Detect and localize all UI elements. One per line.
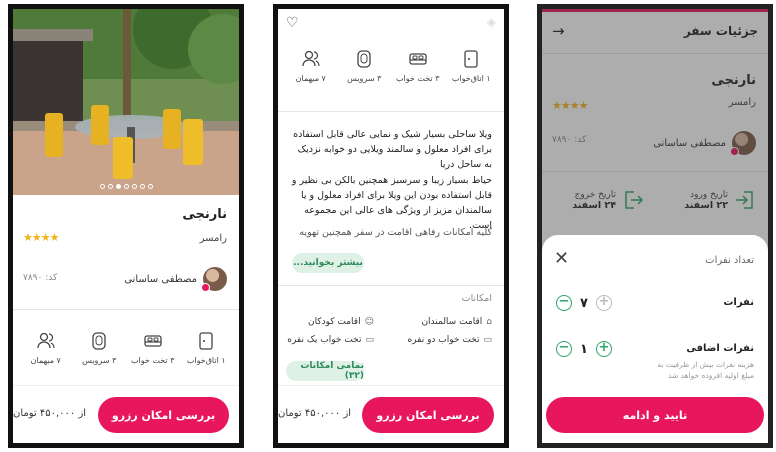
minus-icon[interactable]: −	[556, 295, 572, 311]
people-stepper: − ۷ +	[556, 295, 612, 311]
double-bed-icon: ▭	[483, 335, 492, 345]
feature-bathrooms: ۳ سرویس	[338, 49, 392, 83]
listing-title: نارنجی	[182, 207, 227, 222]
feature-list: ۱ اتاق‌خواب ۳ تخت خواب ۳ سرویس ۷ میهمان	[284, 49, 498, 83]
verified-badge-icon	[201, 283, 210, 292]
people-count: ۷	[580, 295, 588, 311]
feature-label: ۳ تخت خواب	[396, 74, 440, 83]
elderly-icon: ⌂	[486, 317, 492, 327]
guests-bottom-sheet: تعداد نفرات ✕ نفرات − ۷ + نفرات اضافی − …	[542, 235, 768, 443]
feature-label: ۷ میهمان	[295, 74, 326, 83]
confirm-continue-button[interactable]: تایید و ادامه	[546, 397, 764, 433]
feature-rooms: ۱ اتاق‌خواب	[445, 49, 499, 83]
feature-label: ۱ اتاق‌خواب	[451, 74, 491, 83]
gallery-dot[interactable]	[115, 184, 121, 189]
feature-label: ۳ سرویس	[82, 356, 117, 365]
avatar	[201, 267, 227, 292]
booking-bar: بررسی امکان رزرو از ۴۵۰,۰۰۰ تومان	[13, 385, 239, 443]
description-paragraph: ویلا ساحلی بسیار شیک و نمایی عالی قابل ا…	[293, 129, 492, 170]
single-bed-icon: ▭	[365, 335, 374, 345]
top-actions: ♡ ◈	[286, 15, 496, 31]
rating-stars: ★★★★	[23, 231, 59, 244]
description-paragraph: حیاط بسیار زیبا و سرسبز همچنین بالکن بی …	[291, 175, 492, 231]
feature-bathrooms: ۳ سرویس	[73, 331, 127, 365]
heart-icon[interactable]: ♡	[286, 15, 299, 31]
feature-beds: ۳ تخت خواب	[391, 49, 445, 83]
gallery-dot[interactable]	[99, 184, 105, 189]
gallery-dot[interactable]	[131, 184, 137, 189]
plus-icon[interactable]: +	[596, 295, 612, 311]
feature-label: ۷ میهمان	[30, 356, 61, 365]
amenity-item: ☺ اقامت کودکان	[307, 317, 374, 327]
divider	[278, 111, 504, 112]
divider	[13, 309, 239, 310]
amenity-item: ⌂ اقامت سالمندان	[421, 317, 492, 327]
people-label: نفرات	[723, 297, 754, 308]
door-icon	[464, 50, 478, 68]
gallery-dot[interactable]	[147, 184, 153, 189]
close-icon[interactable]: ✕	[554, 248, 569, 269]
booking-bar: بررسی امکان رزرو از ۴۵۰,۰۰۰ تومان	[278, 385, 504, 443]
extra-people-count: ۱	[580, 341, 588, 357]
gallery-photo[interactable]	[13, 9, 239, 195]
all-amenities-button[interactable]: تمامی امکانات (۳۲)	[286, 361, 364, 381]
price-label: از ۴۵۰,۰۰۰ تومان	[13, 408, 87, 419]
door-icon	[199, 332, 213, 350]
check-availability-button[interactable]: بررسی امکان رزرو	[362, 397, 494, 433]
listing-screen: نارنجی رامسر ★★★★ مصطفی ساسانی کد: ۷۸۹۰ …	[8, 4, 244, 448]
trip-details-screen: جزئیات سفر → نارنجی رامسر ★★★★ مصطفی ساس…	[537, 4, 773, 448]
child-icon: ☺	[364, 317, 374, 327]
feature-guests: ۷ میهمان	[19, 331, 73, 365]
amenity-item: ▭ تخت خواب دو نفره	[407, 335, 492, 345]
check-availability-button[interactable]: بررسی امکان رزرو	[98, 397, 229, 433]
toilet-icon	[357, 50, 371, 68]
gallery-dot[interactable]	[107, 184, 113, 189]
description-paragraph: کلیه امکانات رفاهی اقامت در سفر همچنین ت…	[299, 227, 492, 238]
amenities-heading: امکانات	[461, 293, 492, 304]
amenity-item: ▭ تخت خواب یک نفره	[287, 335, 374, 345]
toilet-icon	[92, 332, 106, 350]
sheet-title: تعداد نفرات	[705, 255, 754, 266]
feature-beds: ۳ تخت خواب	[126, 331, 180, 365]
listing-code: کد: ۷۸۹۰	[23, 273, 58, 283]
bed-icon	[409, 53, 427, 65]
read-more-button[interactable]: بیشتر بخوانید...	[292, 253, 364, 273]
feature-label: ۳ سرویس	[347, 74, 382, 83]
details-screen: ♡ ◈ ۱ اتاق‌خواب ۳ تخت خواب ۳ سرویس ۷ میه…	[273, 4, 509, 448]
extra-people-stepper: − ۱ +	[556, 341, 612, 357]
host-info[interactable]: مصطفی ساسانی	[124, 267, 227, 292]
feature-rooms: ۱ اتاق‌خواب	[180, 331, 234, 365]
gallery-dot[interactable]	[123, 184, 129, 189]
divider	[278, 285, 504, 286]
host-name: مصطفی ساسانی	[124, 273, 197, 285]
feature-label: ۳ تخت خواب	[131, 356, 175, 365]
plus-icon[interactable]: +	[596, 341, 612, 357]
minus-icon[interactable]: −	[556, 341, 572, 357]
feature-list: ۱ اتاق‌خواب ۳ تخت خواب ۳ سرویس ۷ میهمان	[19, 331, 233, 365]
guests-icon	[302, 50, 320, 67]
gallery-dots[interactable]	[13, 184, 239, 189]
extra-people-label: نفرات اضافی	[686, 343, 754, 354]
gallery-dot[interactable]	[139, 184, 145, 189]
extra-people-hint: هزینه نفرات بیش از ظرفیت به مبلغ اولیه ا…	[657, 360, 754, 380]
price-label: از ۴۵۰,۰۰۰ تومان	[278, 408, 352, 419]
share-icon[interactable]: ◈	[487, 15, 496, 29]
listing-city: رامسر	[199, 233, 227, 244]
guests-icon	[37, 332, 55, 349]
bed-icon	[144, 335, 162, 347]
feature-guests: ۷ میهمان	[284, 49, 338, 83]
garden-patio-image	[13, 9, 239, 195]
feature-label: ۱ اتاق‌خواب	[186, 356, 226, 365]
